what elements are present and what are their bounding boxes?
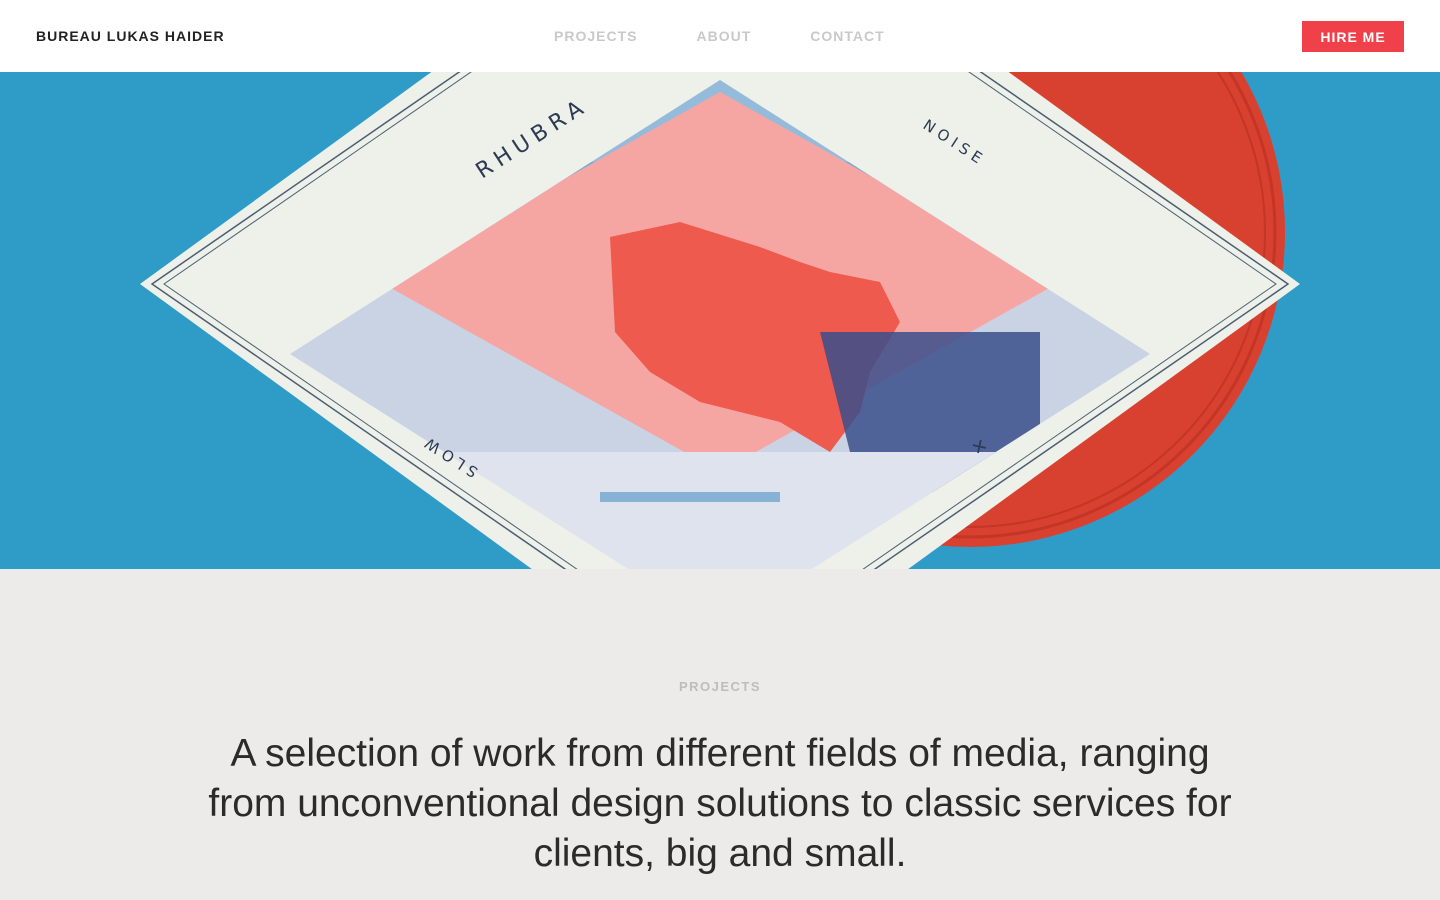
nav-projects[interactable]: PROJECTS bbox=[554, 28, 637, 44]
brand-logo[interactable]: BUREAU LUKAS HAIDER bbox=[36, 28, 225, 44]
nav-contact[interactable]: CONTACT bbox=[810, 28, 884, 44]
section-eyebrow: PROJECTS bbox=[678, 679, 762, 694]
hire-me-button[interactable]: HIRE ME bbox=[1302, 21, 1404, 52]
projects-intro: PROJECTS A selection of work from differ… bbox=[0, 569, 1440, 900]
nav-about[interactable]: ABOUT bbox=[696, 28, 751, 44]
hero-image: RHUBRA NOISE SLOW ✕ bbox=[0, 72, 1440, 569]
section-lead: A selection of work from different field… bbox=[208, 732, 1232, 875]
site-header: BUREAU LUKAS HAIDER PROJECTS ABOUT CONTA… bbox=[0, 0, 1440, 72]
album-cover-illustration: RHUBRA NOISE SLOW ✕ bbox=[0, 72, 1440, 569]
main-nav: PROJECTS ABOUT CONTACT bbox=[554, 28, 885, 44]
